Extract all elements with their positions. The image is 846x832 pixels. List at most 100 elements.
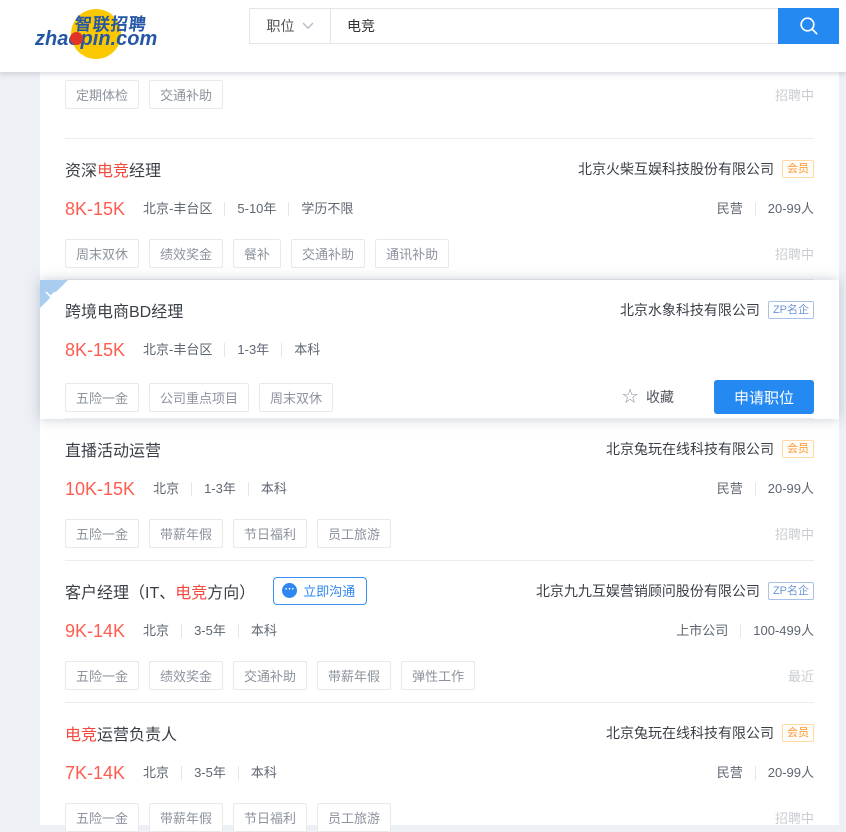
zp-badge: ZP名企 [768, 301, 814, 319]
condition-item: 学历不限 [288, 202, 365, 216]
job-title[interactable]: 资深电竞经理 [65, 157, 161, 181]
company-info-item: 民营 [705, 202, 755, 216]
welfare-tag: 节日福利 [233, 519, 307, 548]
company-group: 北京水象科技有限公司 ZP名企 [620, 300, 814, 320]
job-card[interactable]: 跨境电商BD经理 北京水象科技有限公司 ZP名企 8K-15K北京-丰台区1-3年本科… [40, 280, 839, 419]
site-header: 智联招聘 zhaopin.com 职位 [0, 0, 846, 72]
job-card[interactable]: 资深电竞经理 北京火柴互娱科技股份有限公司会员 8K-15K北京-丰台区5-10年学… [40, 139, 839, 280]
title-text: 直播活动运营 [65, 443, 161, 460]
row-divider [65, 418, 814, 419]
company-name[interactable]: 北京九九互娱营销顾问股份有限公司 [536, 581, 760, 601]
company-name[interactable]: 北京水象科技有限公司 [620, 300, 760, 320]
salary-group: 8K-15K北京-丰台区5-10年学历不限 [65, 199, 365, 220]
company-name[interactable]: 北京火柴互娱科技股份有限公司 [578, 159, 774, 179]
job-actions: ☆ 收藏 申请职位 [621, 380, 814, 414]
member-badge: 会员 [782, 724, 814, 742]
welfare-tag: 交通补助 [149, 80, 223, 109]
company-info: 民营20-99人 [705, 766, 814, 780]
status-badge: 招聘中 [775, 85, 814, 104]
salary-value: 10K-15K [65, 479, 135, 500]
star-icon[interactable]: ☆ [621, 387, 639, 407]
title-group: 电竞运营负责人 [65, 721, 177, 745]
title-group: 直播活动运营 [65, 437, 161, 461]
job-card[interactable]: 客户经理（IT、电竞方向） ···立即沟通 北京九九互娱营销顾问股份有限公司 ZP名企… [40, 561, 839, 703]
welfare-tag: 五险一金 [65, 661, 139, 690]
search-category-dropdown[interactable]: 职位 [250, 9, 331, 43]
welfare-tags: 五险一金带薪年假节日福利员工旅游 [65, 519, 401, 548]
member-badge: 会员 [782, 160, 814, 178]
title-row: 资深电竞经理 北京火柴互娱科技股份有限公司会员 [65, 139, 814, 181]
welfare-tag: 定期体检 [65, 80, 139, 109]
welfare-tag: 周末双休 [259, 383, 333, 412]
search-input[interactable] [331, 9, 778, 43]
job-title[interactable]: 跨境电商BD经理 [65, 298, 183, 322]
salary-group: 8K-15K北京-丰台区1-3年本科 [65, 340, 332, 361]
job-conditions: 北京3-5年本科 [131, 766, 289, 780]
salary-row: 9K-14K北京3-5年本科上市公司100-499人 [65, 618, 814, 644]
company-group: 北京兔玩在线科技有限公司会员 [606, 439, 814, 459]
job-title[interactable]: 客户经理（IT、电竞方向） [65, 579, 255, 603]
condition-item: 北京 [131, 766, 181, 780]
title-text: 运营负责人 [97, 727, 177, 744]
title-group: 跨境电商BD经理 [65, 298, 183, 322]
welfare-tag: 弹性工作 [401, 661, 475, 690]
condition-item: 本科 [281, 343, 332, 357]
job-conditions: 北京1-3年本科 [141, 482, 299, 496]
condition-item: 5-10年 [224, 202, 288, 216]
condition-item: 北京-丰台区 [131, 202, 224, 216]
welfare-tag: 通讯补助 [375, 239, 449, 268]
keyword-highlight: 电竞 [65, 727, 97, 744]
welfare-tag: 带薪年假 [317, 661, 391, 690]
keyword-highlight: 电竞 [97, 163, 129, 180]
job-results-panel: 定期体检交通补助招聘中资深电竞经理北京火柴互娱科技股份有限公司会员8K-15K北… [40, 72, 839, 817]
welfare-tag: 公司重点项目 [149, 383, 249, 412]
job-title[interactable]: 直播活动运营 [65, 437, 161, 461]
title-text: 客户经理（IT、 [65, 585, 175, 602]
welfare-tag: 交通补助 [233, 661, 307, 690]
company-group: 北京火柴互娱科技股份有限公司会员 [578, 159, 814, 179]
condition-item: 本科 [248, 482, 299, 496]
company-info-item: 民营 [705, 766, 755, 780]
collect-button[interactable]: 收藏 [646, 387, 674, 407]
welfare-tag: 周末双休 [65, 239, 139, 268]
welfare-tags: 五险一金公司重点项目周末双休 [65, 383, 343, 412]
job-conditions: 北京-丰台区5-10年学历不限 [131, 202, 365, 216]
tags-row: 定期体检交通补助 招聘中 [65, 80, 814, 109]
status-badge: 招聘中 [775, 808, 814, 827]
search-button[interactable] [778, 8, 839, 44]
title-text: 资深 [65, 163, 97, 180]
title-row: 客户经理（IT、电竞方向） ···立即沟通 北京九九互娱营销顾问股份有限公司 ZP名企 [65, 561, 814, 603]
condition-item: 本科 [238, 766, 289, 780]
salary-row: 8K-15K北京-丰台区1-3年本科 [65, 337, 814, 363]
chat-bubble-icon: ··· [282, 583, 297, 598]
salary-value: 9K-14K [65, 621, 125, 642]
welfare-tag: 五险一金 [65, 519, 139, 548]
title-row: 电竞运营负责人 北京兔玩在线科技有限公司会员 [65, 703, 814, 745]
job-title[interactable]: 电竞运营负责人 [65, 721, 177, 745]
zp-badge: ZP名企 [768, 582, 814, 600]
condition-item: 北京 [131, 624, 181, 638]
welfare-tag: 带薪年假 [149, 519, 223, 548]
site-logo[interactable]: 智联招聘 zhaopin.com [34, 5, 174, 67]
company-name[interactable]: 北京兔玩在线科技有限公司 [606, 723, 774, 743]
salary-row: 8K-15K北京-丰台区5-10年学历不限 民营20-99人 [65, 196, 814, 222]
salary-group: 10K-15K 北京1-3年本科 [65, 479, 299, 500]
status-badge: 最近 [788, 666, 814, 685]
apply-button[interactable]: 申请职位 [714, 380, 814, 414]
chat-button[interactable]: ···立即沟通 [273, 577, 367, 605]
title-row: 跨境电商BD经理 北京水象科技有限公司 ZP名企 [65, 280, 814, 322]
job-card[interactable]: 直播活动运营北京兔玩在线科技有限公司会员10K-15K北京1-3年本科民营20-… [40, 419, 839, 561]
company-name[interactable]: 北京兔玩在线科技有限公司 [606, 439, 774, 459]
logo-dot [70, 32, 83, 45]
company-info-item: 民营 [705, 482, 755, 496]
condition-item: 3-5年 [181, 624, 238, 638]
job-card[interactable]: 电竞运营负责人 北京兔玩在线科技有限公司会员 7K-14K北京3-5年本科 民营20-… [40, 703, 839, 825]
title-group: 资深电竞经理 [65, 157, 161, 181]
title-text: 方向） [207, 585, 255, 602]
salary-group: 7K-14K北京3-5年本科 [65, 763, 289, 784]
company-info: 民营20-99人 [705, 202, 814, 216]
condition-item: 北京 [141, 482, 191, 496]
condition-item: 1-3年 [191, 482, 248, 496]
job-list: 定期体检交通补助招聘中资深电竞经理北京火柴互娱科技股份有限公司会员8K-15K北… [40, 80, 839, 825]
job-card-partial[interactable]: 定期体检交通补助 招聘中 [40, 80, 839, 139]
